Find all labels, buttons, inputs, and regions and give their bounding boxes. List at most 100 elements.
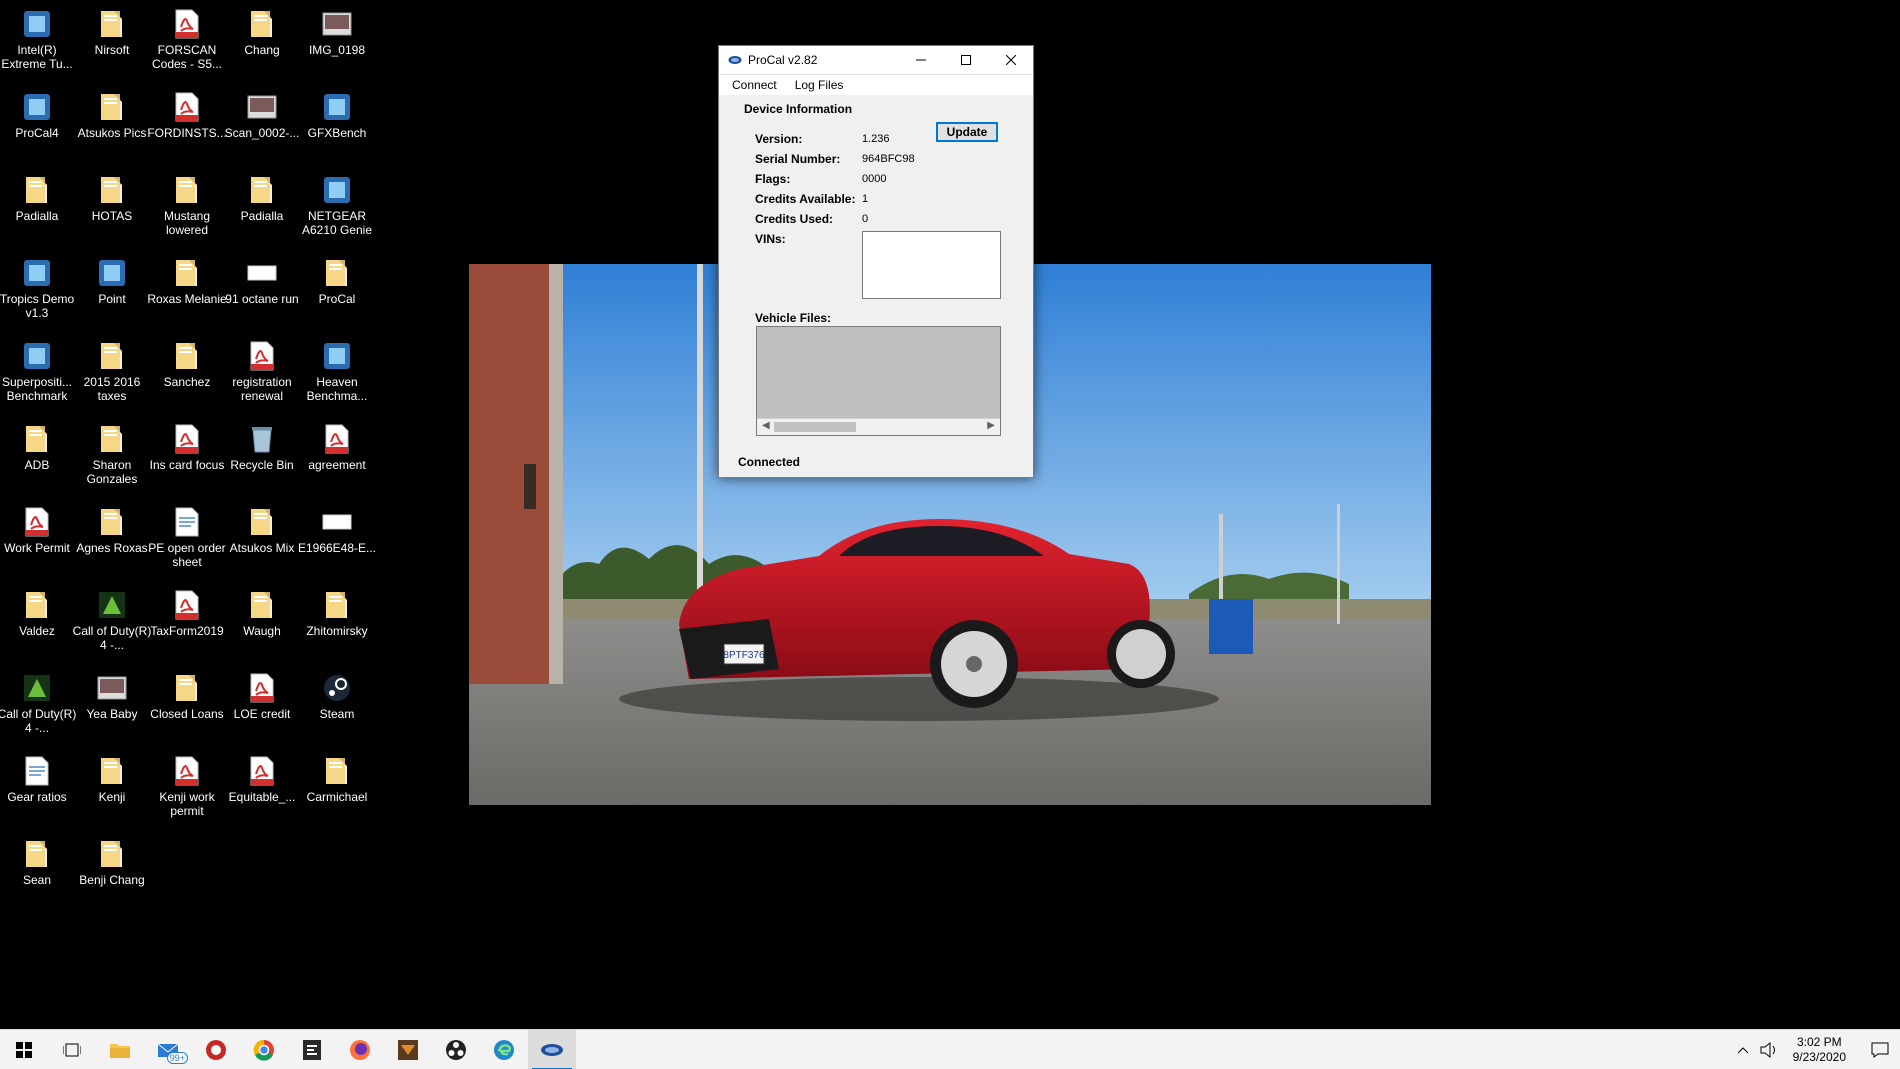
volume-button[interactable]: [1755, 1030, 1783, 1069]
folder-icon: [171, 174, 203, 206]
desktop-icon[interactable]: Work Permit: [0, 506, 77, 555]
vehicle-files-list[interactable]: ◀ ▶: [756, 326, 1001, 436]
taskbar-game-app[interactable]: [384, 1030, 432, 1069]
desktop-icon[interactable]: Kenji work permit: [147, 755, 227, 818]
desktop-icon[interactable]: Ins card focus: [147, 423, 227, 472]
pdf-icon: [321, 423, 353, 455]
menu-log-files[interactable]: Log Files: [795, 78, 844, 92]
connection-status: Connected: [738, 455, 801, 469]
desktop-icon[interactable]: Call of Duty(R) 4 -...: [72, 589, 152, 652]
update-button[interactable]: Update: [936, 122, 998, 142]
desktop-icon[interactable]: 2015 2016 taxes: [72, 340, 152, 403]
taskbar-obs[interactable]: [432, 1030, 480, 1069]
desktop-icon[interactable]: TaxForm2019: [147, 589, 227, 638]
desktop-icon[interactable]: Carmichael: [297, 755, 377, 804]
desktop-icon[interactable]: PE open order sheet: [147, 506, 227, 569]
maximize-button[interactable]: [943, 46, 988, 74]
desktop-icon[interactable]: Mustang lowered: [147, 174, 227, 237]
desktop-icon[interactable]: Sanchez: [147, 340, 227, 389]
credits-available-value: 1: [862, 193, 869, 205]
game-app-icon: [398, 1040, 418, 1060]
menu-connect[interactable]: Connect: [732, 78, 777, 92]
window-titlebar[interactable]: ProCal v2.82: [719, 46, 1033, 75]
folder-icon: [96, 340, 128, 372]
desktop-icon[interactable]: Kenji: [72, 755, 152, 804]
scroll-left-icon[interactable]: ◀: [762, 420, 770, 431]
desktop-icon[interactable]: Closed Loans: [147, 672, 227, 721]
desktop-icon[interactable]: Sharon Gonzales: [72, 423, 152, 486]
system-clock[interactable]: 3:02 PM 9/23/2020: [1793, 1035, 1846, 1065]
minimize-button[interactable]: [898, 46, 943, 74]
desktop-icon[interactable]: agreement: [297, 423, 377, 472]
license-plate: 8PTF376: [723, 650, 765, 661]
desktop-icon[interactable]: ProCal4: [0, 91, 77, 140]
desktop-icon-label: Superpositi... Benchmark: [1, 375, 73, 403]
desktop-icon[interactable]: IMG_0198: [297, 8, 377, 57]
desktop-icon-label: Mustang lowered: [163, 209, 211, 237]
desktop-icon[interactable]: ProCal: [297, 257, 377, 306]
desktop-icon[interactable]: 91 octane run: [222, 257, 302, 306]
desktop-icon[interactable]: Waugh: [222, 589, 302, 638]
desktop-icon[interactable]: Padialla: [0, 174, 77, 223]
desktop-icon[interactable]: Heaven Benchma...: [297, 340, 377, 403]
desktop-icon-label: 91 octane run: [225, 292, 299, 306]
folder-icon: [21, 174, 53, 206]
pdf-icon: [21, 506, 53, 538]
desktop-icon[interactable]: Benji Chang: [72, 838, 152, 887]
desktop-icon[interactable]: Steam: [297, 672, 377, 721]
desktop-icon[interactable]: Scan_0002-...: [222, 91, 302, 140]
scroll-right-icon[interactable]: ▶: [987, 420, 995, 431]
tray-overflow-button[interactable]: [1731, 1030, 1755, 1069]
desktop-icon[interactable]: Gear ratios: [0, 755, 77, 804]
desktop-icon-label: Point: [98, 292, 126, 306]
desktop-icon[interactable]: FORDINSTS...: [147, 91, 227, 140]
desktop-icon[interactable]: FORSCAN Codes - S5...: [147, 8, 227, 71]
desktop-icon[interactable]: Call of Duty(R) 4 -...: [0, 672, 77, 735]
close-button[interactable]: [988, 46, 1033, 74]
desktop-icon-label: Carmichael: [306, 790, 368, 804]
desktop-icon[interactable]: Tropics Demo v1.3: [0, 257, 77, 320]
start-button[interactable]: [0, 1030, 48, 1069]
desktop-icon[interactable]: LOE credit: [222, 672, 302, 721]
desktop-icon[interactable]: HOTAS: [72, 174, 152, 223]
vins-list[interactable]: [862, 231, 1001, 299]
desktop-icon-label: Call of Duty(R) 4 -...: [0, 707, 77, 735]
desktop-icon[interactable]: Recycle Bin: [222, 423, 302, 472]
desktop-icon[interactable]: Yea Baby: [72, 672, 152, 721]
desktop-icon[interactable]: ADB: [0, 423, 77, 472]
desktop-icon[interactable]: Zhitomirsky: [297, 589, 377, 638]
notifications-button[interactable]: [1860, 1030, 1900, 1069]
desktop-icon[interactable]: Atsukos Mix: [222, 506, 302, 555]
desktop-icon[interactable]: Equitable_...: [222, 755, 302, 804]
task-view-button[interactable]: [48, 1030, 96, 1069]
taskbar-epic-games[interactable]: [288, 1030, 336, 1069]
desktop-icon[interactable]: Point: [72, 257, 152, 306]
taskbar-edge[interactable]: [480, 1030, 528, 1069]
taskbar-procal[interactable]: [528, 1030, 576, 1069]
desktop-icon[interactable]: GFXBench: [297, 91, 377, 140]
desktop-icon[interactable]: Nirsoft: [72, 8, 152, 57]
desktop-icon[interactable]: Superpositi... Benchmark: [0, 340, 77, 403]
desktop-icon-label: Recycle Bin: [230, 458, 294, 472]
desktop-icon[interactable]: registration renewal: [222, 340, 302, 403]
taskbar-red-app[interactable]: [192, 1030, 240, 1069]
system-tray: 3:02 PM 9/23/2020: [1731, 1030, 1900, 1069]
taskbar-chrome[interactable]: [240, 1030, 288, 1069]
desktop-icon[interactable]: Roxas Melanie: [147, 257, 227, 306]
desktop-icon[interactable]: Valdez: [0, 589, 77, 638]
taskbar-firefox[interactable]: [336, 1030, 384, 1069]
desktop-icon[interactable]: E1966E48-E...: [297, 506, 377, 555]
desktop-icon[interactable]: Agnes Roxas: [72, 506, 152, 555]
desktop-icon[interactable]: Atsukos Pics: [72, 91, 152, 140]
desktop-icon[interactable]: Padialla: [222, 174, 302, 223]
desktop-icon[interactable]: Sean: [0, 838, 77, 887]
clock-date: 9/23/2020: [1792, 1050, 1846, 1064]
desktop-icon[interactable]: NETGEAR A6210 Genie: [297, 174, 377, 237]
desktop-icon[interactable]: Intel(R) Extreme Tu...: [0, 8, 77, 71]
desktop-icon-label: Padialla: [240, 209, 284, 223]
scrollbar-thumb[interactable]: [774, 422, 856, 432]
taskbar-file-explorer[interactable]: [96, 1030, 144, 1069]
horizontal-scrollbar[interactable]: ◀ ▶: [757, 418, 1000, 435]
taskbar-mail[interactable]: 99+: [144, 1030, 192, 1069]
desktop-icon[interactable]: Chang: [222, 8, 302, 57]
